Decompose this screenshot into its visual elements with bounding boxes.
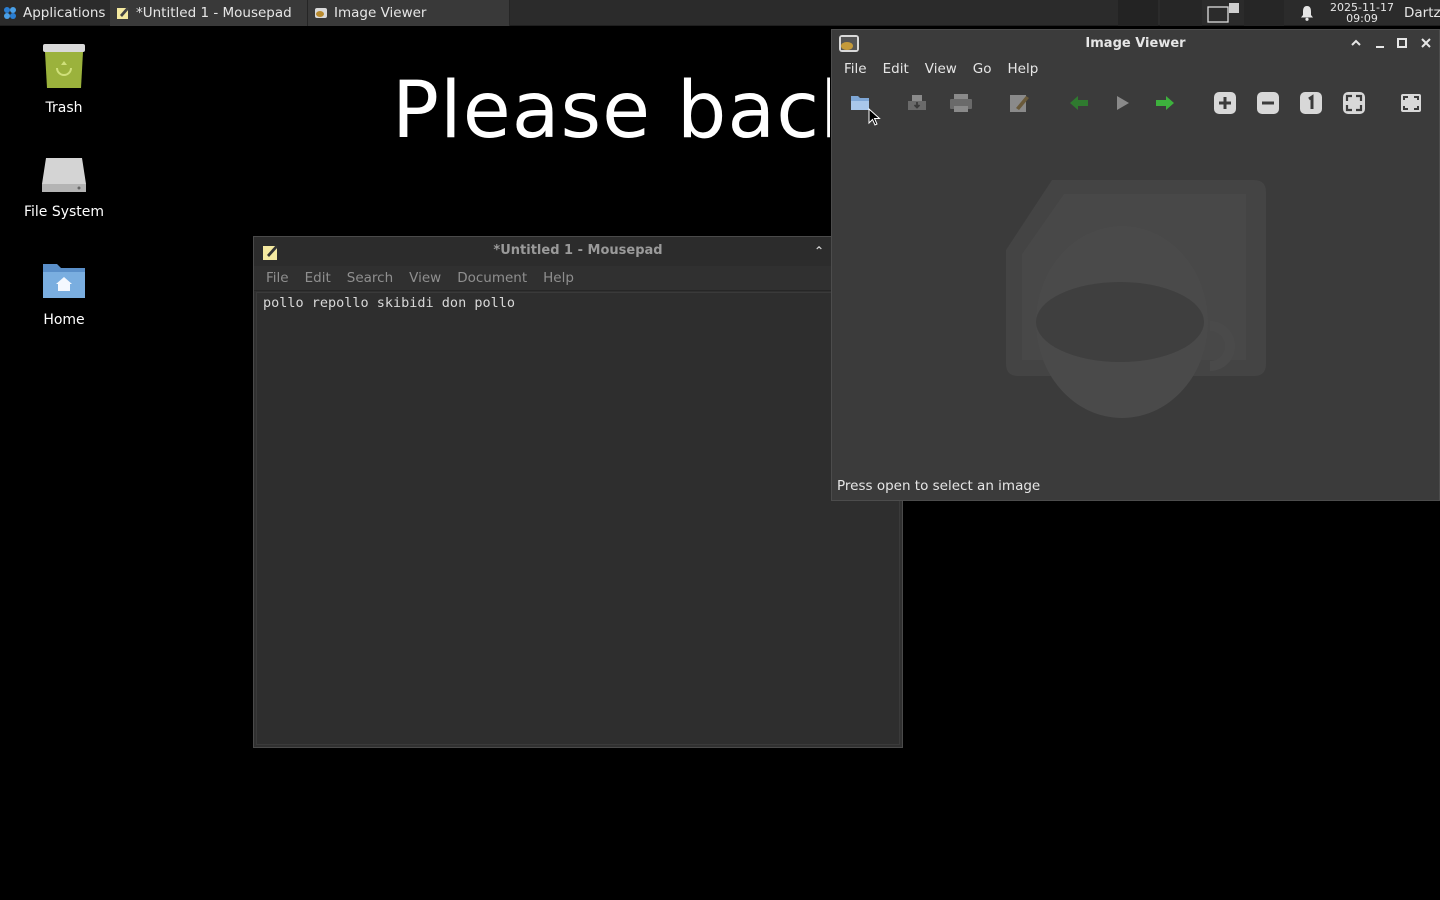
- task-button-mousepad[interactable]: *Untitled 1 - Mousepad: [110, 0, 308, 26]
- desktop-icon-file-system[interactable]: File System: [14, 150, 114, 220]
- clock-time: 09:09: [1346, 12, 1378, 25]
- edit-button[interactable]: [1006, 90, 1032, 116]
- image-viewer-icon: [315, 8, 327, 18]
- image-canvas[interactable]: [832, 130, 1439, 474]
- task-label: Image Viewer: [334, 5, 427, 21]
- close-icon[interactable]: [1418, 35, 1434, 51]
- menu-view[interactable]: View: [925, 61, 957, 77]
- desktop-icon-home[interactable]: Home: [14, 258, 114, 328]
- desktop-icon-label: File System: [23, 204, 105, 220]
- applications-label: Applications: [23, 5, 106, 21]
- applications-menu-button[interactable]: Applications ⋮: [0, 0, 108, 26]
- zoom-100-button[interactable]: [1298, 90, 1324, 116]
- fullscreen-button[interactable]: [1398, 90, 1424, 116]
- mousepad-titlebar[interactable]: *Untitled 1 - Mousepad ⌃: [254, 237, 902, 266]
- menu-file[interactable]: File: [844, 61, 867, 77]
- menu-search[interactable]: Search: [347, 270, 393, 286]
- forward-icon: [1156, 96, 1174, 110]
- forward-button[interactable]: [1152, 90, 1178, 116]
- image-viewer-window: Image Viewer File Edit View Go Help Pres…: [831, 29, 1440, 501]
- desktop-icon-label: Home: [43, 312, 85, 328]
- zoom-in-icon: [1214, 92, 1236, 114]
- bell-icon: [1301, 6, 1313, 21]
- zoom-100-icon: [1300, 92, 1322, 114]
- image-viewer-icon: [839, 35, 859, 52]
- zoom-fit-icon: [1343, 92, 1365, 114]
- drive-icon: [42, 158, 86, 192]
- mousepad-window: *Untitled 1 - Mousepad ⌃ File Edit Searc…: [253, 236, 903, 748]
- image-viewer-menubar: File Edit View Go Help: [832, 57, 1439, 81]
- notifications-button[interactable]: [1298, 0, 1316, 26]
- text-editor-area[interactable]: pollo repollo skibidi don pollo: [256, 292, 900, 745]
- back-button[interactable]: [1066, 90, 1092, 116]
- zoom-out-icon: [1257, 92, 1279, 114]
- edit-icon: [1010, 95, 1029, 112]
- save-button[interactable]: [904, 90, 930, 116]
- taskbar-spacer: [1118, 0, 1158, 26]
- menu-edit[interactable]: Edit: [305, 270, 331, 286]
- maximize-icon[interactable]: [1394, 35, 1410, 51]
- menu-document[interactable]: Document: [457, 270, 527, 286]
- home-folder-icon: [43, 264, 85, 298]
- fullscreen-icon: [1401, 94, 1421, 112]
- menu-help[interactable]: Help: [543, 270, 574, 286]
- taskbar-spacer: [1160, 0, 1202, 26]
- play-icon: [1117, 96, 1129, 110]
- task-label: *Untitled 1 - Mousepad: [136, 5, 292, 21]
- window-title: *Untitled 1 - Mousepad: [493, 243, 663, 258]
- xfce-logo-icon: [4, 7, 16, 19]
- print-icon: [950, 94, 972, 112]
- wallpaper-text: Please back I: [392, 66, 830, 156]
- slideshow-button[interactable]: [1109, 90, 1135, 116]
- desktop-icon-label: Trash: [45, 100, 83, 116]
- menu-go[interactable]: Go: [973, 61, 992, 77]
- minimize-icon[interactable]: [1372, 35, 1388, 51]
- menu-view[interactable]: View: [409, 270, 441, 286]
- zoom-out-button[interactable]: [1255, 90, 1281, 116]
- workspaces-icon: [1207, 3, 1239, 23]
- menu-file[interactable]: File: [266, 270, 289, 286]
- menu-help[interactable]: Help: [1008, 61, 1039, 77]
- user-name[interactable]: Dartz: [1404, 0, 1440, 26]
- back-icon: [1070, 96, 1088, 110]
- roll-up-icon[interactable]: [1348, 35, 1364, 51]
- taskbar: Applications ⋮ *Untitled 1 - Mousepad Im…: [0, 0, 1440, 26]
- workspace-switcher[interactable]: [1206, 0, 1242, 26]
- save-icon: [908, 95, 926, 110]
- status-bar-text: Press open to select an image: [837, 478, 1041, 494]
- mousepad-icon: [263, 245, 278, 260]
- task-button-image-viewer[interactable]: Image Viewer: [308, 0, 510, 26]
- menu-edit[interactable]: Edit: [883, 61, 909, 77]
- placeholder-image-icon: [1006, 180, 1266, 418]
- trash-icon: [43, 44, 85, 88]
- clock[interactable]: 2025-11-17 09:09: [1328, 0, 1396, 26]
- mousepad-icon: [117, 7, 129, 19]
- mousepad-menubar: File Edit Search View Document Help: [254, 266, 902, 291]
- zoom-in-button[interactable]: [1212, 90, 1238, 116]
- window-title: Image Viewer: [1085, 36, 1186, 51]
- mouse-cursor-icon: [868, 108, 881, 126]
- image-viewer-titlebar[interactable]: Image Viewer: [832, 30, 1439, 57]
- collapse-icon[interactable]: ⌃: [811, 243, 827, 259]
- print-button[interactable]: [948, 90, 974, 116]
- taskbar-spacer: [1244, 0, 1284, 26]
- zoom-fit-button[interactable]: [1341, 90, 1367, 116]
- desktop-icon-trash[interactable]: Trash: [14, 42, 114, 116]
